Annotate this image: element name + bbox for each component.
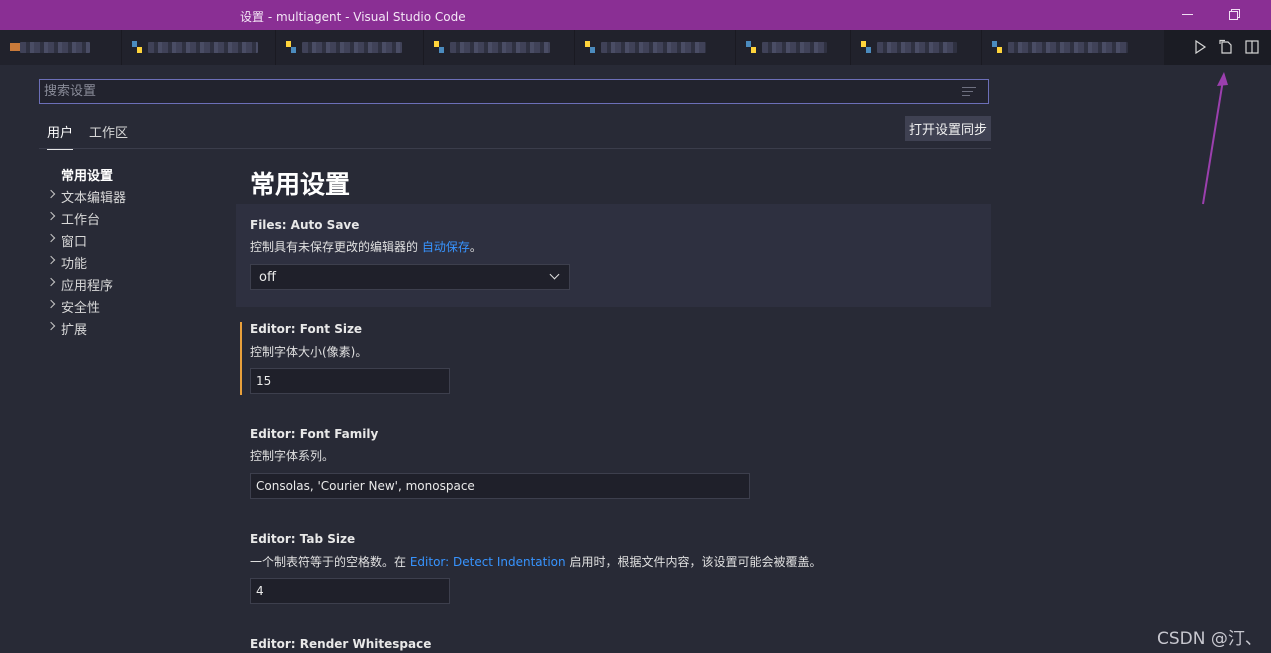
settings-scope-tabs: 用户 工作区: [39, 117, 991, 150]
editor-actions: [1164, 30, 1271, 65]
python-file-icon: [746, 41, 756, 53]
setting-name: Editor: Font Family: [250, 427, 379, 441]
open-settings-sync-button[interactable]: 打开设置同步: [905, 116, 991, 141]
file-icon: [10, 43, 20, 51]
description-text: 。: [469, 240, 482, 254]
auto-save-select[interactable]: off: [250, 264, 570, 290]
minimize-icon[interactable]: [1180, 6, 1196, 22]
chevron-right-icon: [46, 321, 56, 331]
font-size-field[interactable]: [250, 368, 450, 394]
tab-label-redacted: [20, 42, 90, 53]
description-text: 控制具有未保存更改的编辑器的: [250, 240, 422, 254]
tab-label-redacted: [601, 42, 706, 53]
restore-icon[interactable]: [1226, 6, 1242, 22]
editor-tab[interactable]: [424, 30, 575, 65]
description-text: 一个制表符等于的空格数。在: [250, 555, 410, 569]
python-file-icon: [132, 41, 142, 53]
tab-label-redacted: [762, 42, 827, 53]
setting-files-auto-save[interactable]: Files: Auto Save 控制具有未保存更改的编辑器的 自动保存。 of…: [236, 204, 991, 307]
setting-description: 一个制表符等于的空格数。在 Editor: Detect Indentation…: [250, 553, 821, 570]
python-file-icon: [286, 41, 296, 53]
setting-description: 控制字体系列。: [250, 449, 335, 463]
tab-user[interactable]: 用户: [47, 122, 74, 150]
filter-icon[interactable]: [962, 87, 976, 96]
python-file-icon: [992, 41, 1002, 53]
editor-tab-bar: [0, 30, 1271, 65]
setting-editor-render-whitespace[interactable]: Editor: Render Whitespace: [236, 627, 991, 653]
editor-tab[interactable]: [122, 30, 276, 65]
tab-label-redacted: [148, 42, 258, 53]
setting-name: Editor: Render Whitespace: [250, 637, 432, 651]
editor-tab[interactable]: [575, 30, 736, 65]
tab-label-redacted: [1008, 42, 1128, 53]
setting-editor-font-size[interactable]: Editor: Font Size 控制字体大小(像素)。: [236, 312, 991, 402]
chevron-right-icon: [46, 211, 56, 221]
detect-indentation-link[interactable]: Editor: Detect Indentation: [410, 555, 566, 569]
tab-label-redacted: [877, 42, 957, 53]
setting-name: Editor: Tab Size: [250, 532, 356, 546]
chevron-right-icon: [46, 255, 56, 265]
font-family-field[interactable]: [250, 473, 750, 499]
select-value: off: [259, 270, 276, 285]
setting-editor-font-family[interactable]: Editor: Font Family 控制字体系列。: [236, 417, 991, 507]
editor-tab[interactable]: [276, 30, 424, 65]
chevron-right-icon: [46, 299, 56, 309]
auto-save-link[interactable]: 自动保存: [422, 240, 470, 254]
split-editor-icon[interactable]: [1244, 39, 1260, 55]
editor-tab[interactable]: [851, 30, 982, 65]
setting-editor-tab-size[interactable]: Editor: Tab Size 一个制表符等于的空格数。在 Editor: D…: [236, 522, 991, 612]
editor-tab[interactable]: [736, 30, 851, 65]
tab-label-redacted: [302, 42, 402, 53]
font-family-input[interactable]: [256, 478, 744, 494]
description-text: 启用时，根据文件内容，该设置可能会被覆盖。: [565, 555, 822, 569]
chevron-right-icon: [46, 277, 56, 287]
watermark: CSDN @汀、: [1157, 629, 1262, 649]
run-icon[interactable]: [1192, 39, 1208, 55]
tab-label-redacted: [450, 42, 550, 53]
chevron-right-icon: [46, 189, 56, 199]
python-file-icon: [861, 41, 871, 53]
tab-workspace[interactable]: 工作区: [89, 122, 128, 141]
setting-name: Files: Auto Save: [250, 218, 360, 232]
settings-search-input[interactable]: [44, 82, 924, 100]
chevron-right-icon: [46, 233, 56, 243]
window-title: 设置 - multiagent - Visual Studio Code: [240, 10, 466, 24]
setting-description: 控制具有未保存更改的编辑器的 自动保存。: [250, 238, 482, 255]
settings-search-box[interactable]: [39, 79, 989, 104]
setting-description: 控制字体大小(像素)。: [250, 345, 368, 359]
tab-size-input[interactable]: [256, 583, 444, 599]
editor-tab[interactable]: [0, 30, 122, 65]
chevron-down-icon: [549, 269, 560, 280]
title-bar: 设置 - multiagent - Visual Studio Code: [0, 0, 1271, 30]
annotation-arrow: [1202, 72, 1228, 205]
tab-size-field[interactable]: [250, 578, 450, 604]
font-size-input[interactable]: [256, 373, 444, 389]
setting-name: Editor: Font Size: [250, 322, 363, 336]
python-file-icon: [585, 41, 595, 53]
python-file-icon: [434, 41, 444, 53]
editor-tab[interactable]: [982, 30, 1165, 65]
section-title: 常用设置: [250, 170, 351, 199]
open-settings-json-icon[interactable]: [1218, 39, 1234, 55]
